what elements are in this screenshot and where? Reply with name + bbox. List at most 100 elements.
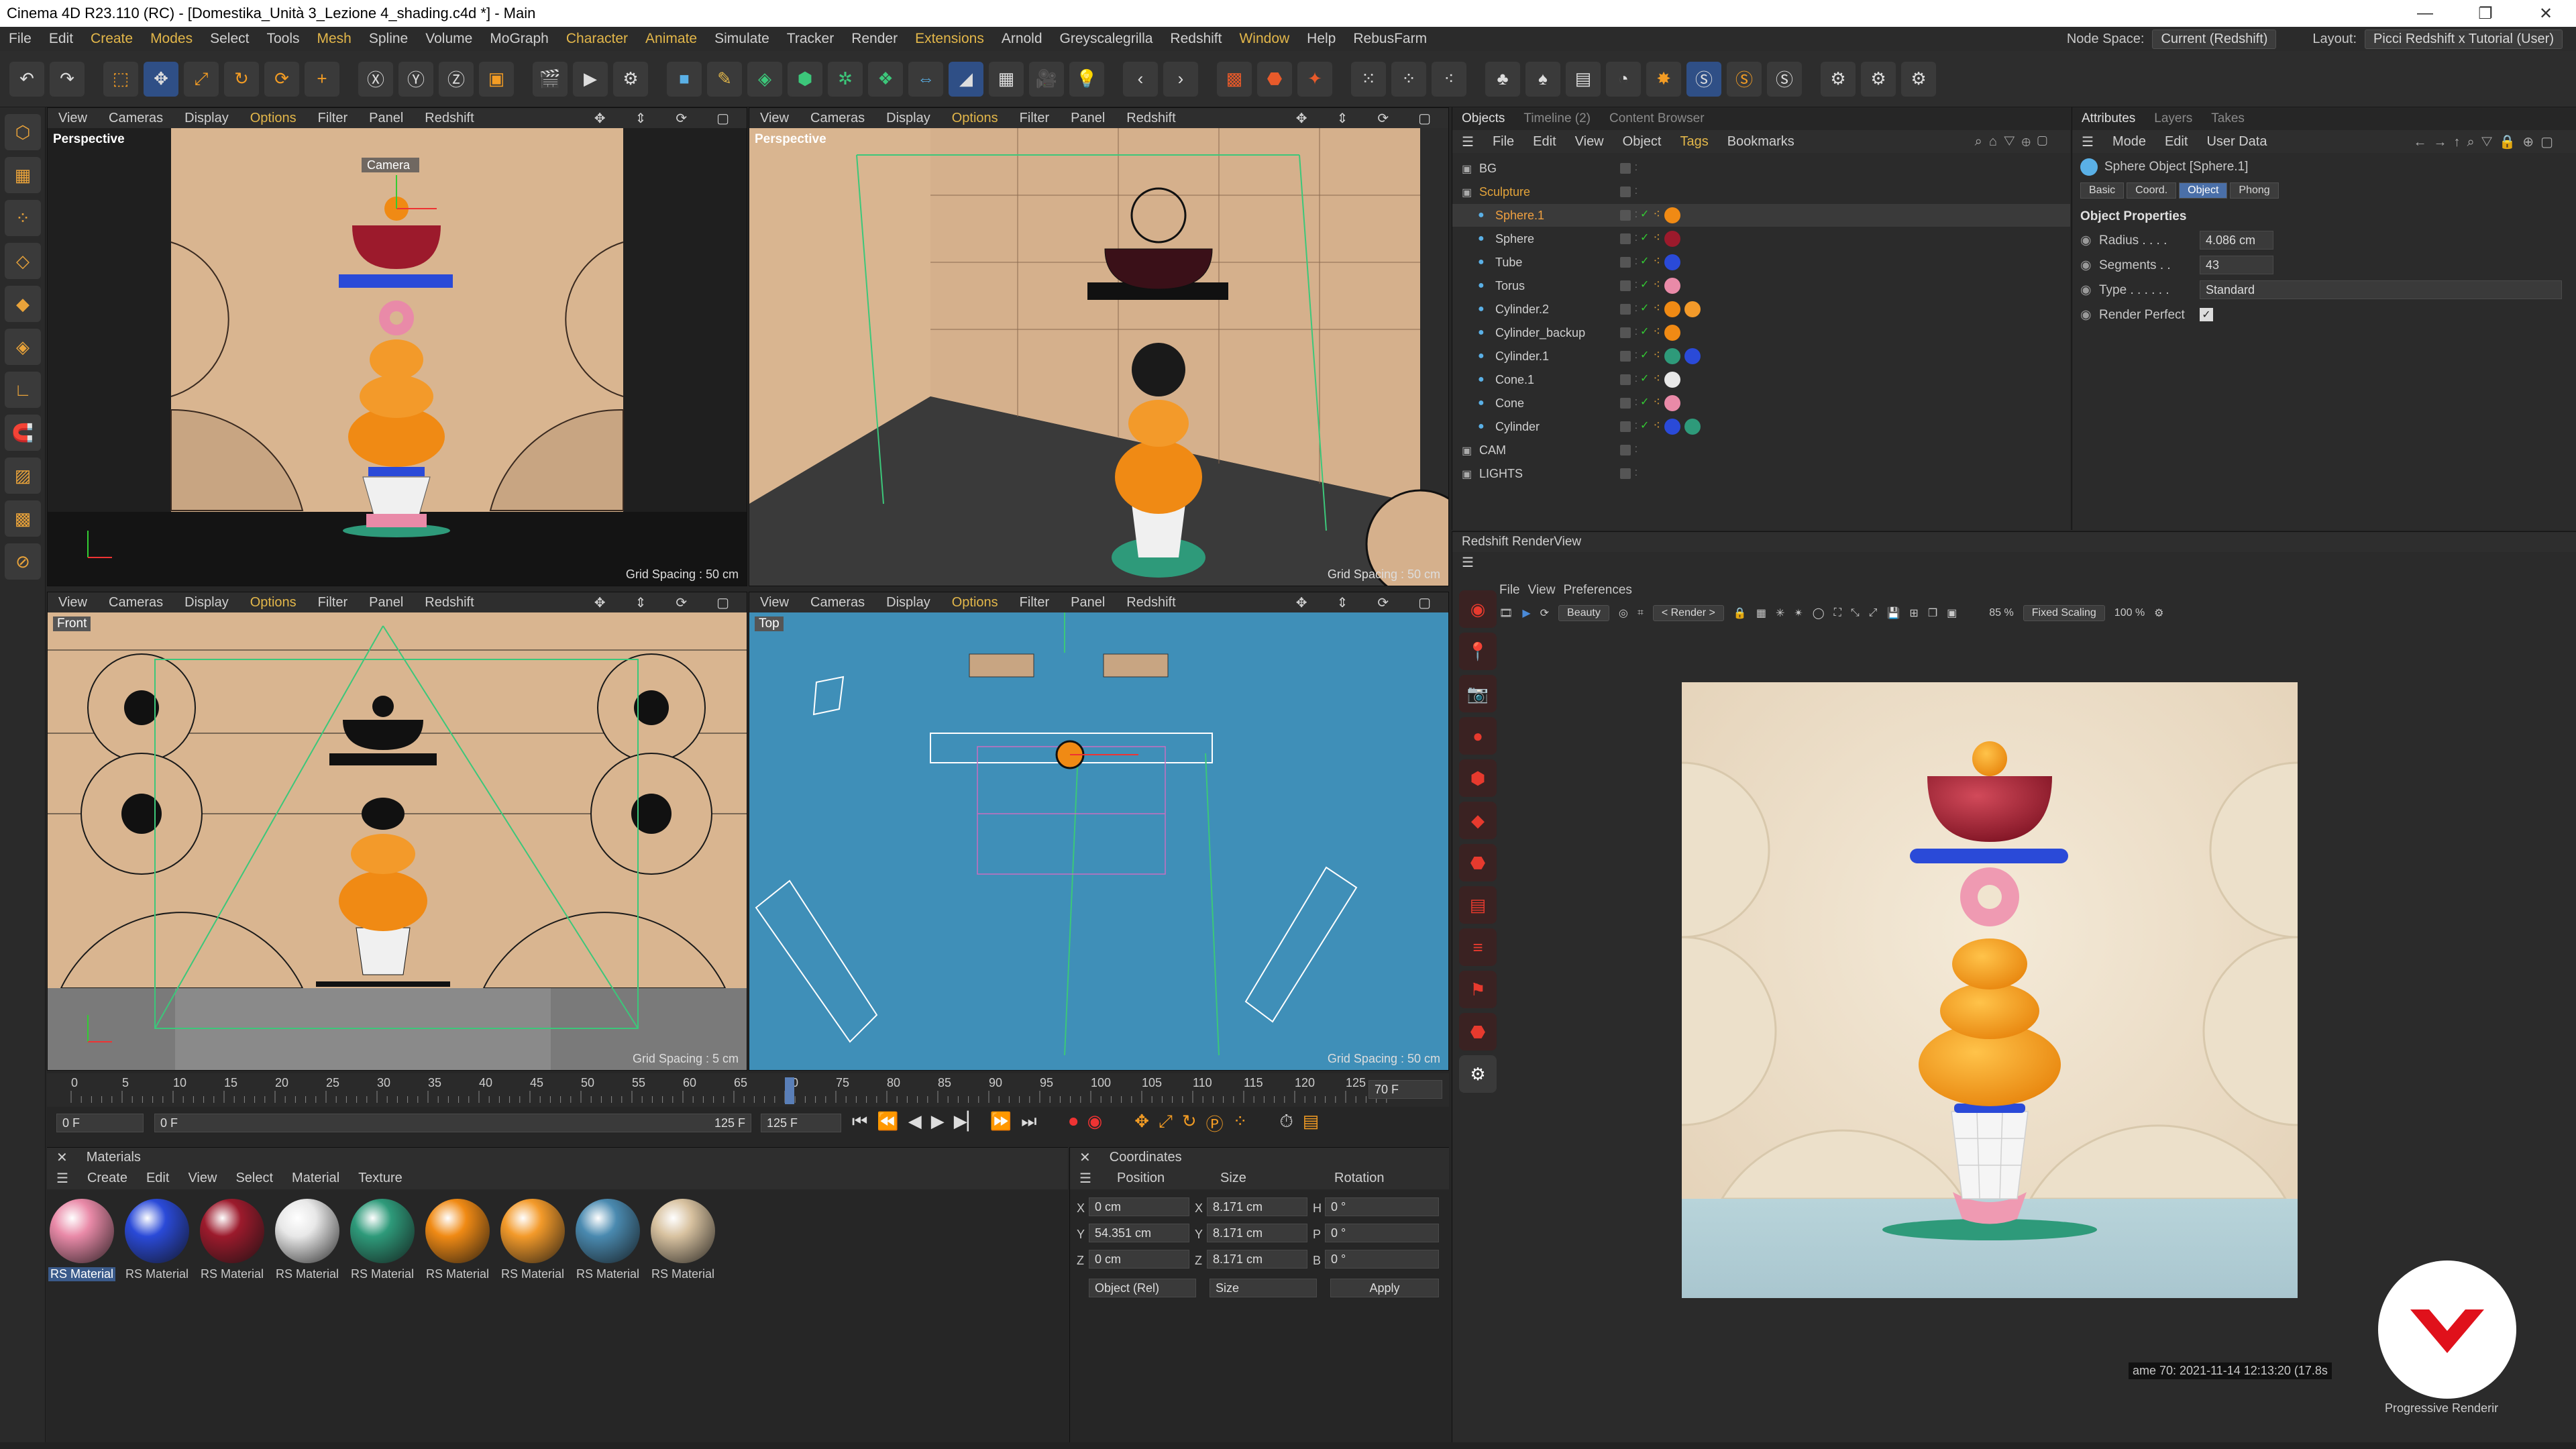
vp-menu-filter[interactable]: Filter [307,595,358,610]
enabled-check-icon[interactable]: ✓ [1640,301,1649,317]
pan-icon[interactable]: ✥ [1285,594,1318,611]
vp-menu-display[interactable]: Display [875,111,941,126]
phong-tag-icon[interactable]: ⁖ [1653,372,1660,388]
key-param-icon[interactable]: Ⓟ [1206,1111,1224,1136]
menu-window[interactable]: Window [1230,31,1298,47]
tab-layers[interactable]: Layers [2145,107,2202,130]
menu-greyscalegorilla[interactable]: Greyscalegrilla [1051,31,1162,47]
object-name[interactable]: Torus [1495,279,1525,293]
rs-sphere-icon[interactable]: ● [1459,717,1497,755]
rs-texture-icon[interactable]: ▤ [1566,61,1601,97]
end-frame-field[interactable]: 125 F [761,1114,841,1132]
rv-refresh-icon[interactable]: ⟳ [1540,606,1549,620]
goto-start-icon[interactable]: ⏮ [852,1111,867,1136]
object-name[interactable]: LIGHTS [1479,467,1523,481]
coord-mode-dropdown[interactable]: Object (Rel) [1089,1279,1196,1297]
rs-snapshot-icon[interactable]: 📷 [1459,675,1497,712]
rs-light-icon-1[interactable]: ♣ [1485,61,1520,97]
vp-menu-cameras[interactable]: Cameras [98,595,174,610]
layer-checkbox[interactable] [1620,445,1631,455]
rs-snap-icon[interactable]: ✸ [1646,61,1681,97]
enabled-check-icon[interactable]: ✓ [1640,278,1649,294]
obj-menu-file[interactable]: File [1483,134,1523,150]
volume-icon[interactable]: ❖ [868,61,903,97]
rv-frame-icon[interactable]: ⛶ [1834,607,1841,619]
visibility-dots-icon[interactable]: ⁚ [1635,280,1638,291]
object-row[interactable]: ● Cylinder ⁚ ✓ ⁖ [1452,415,2070,439]
subtab-coord[interactable]: Coord. [2127,182,2177,199]
node-space-dropdown[interactable]: Current (Redshift) [2152,29,2277,49]
enabled-check-icon[interactable]: ✓ [1640,325,1649,341]
material-tag-icon[interactable] [1664,278,1680,294]
s-icon-2[interactable]: Ⓢ [1727,61,1762,97]
obj-menu-edit[interactable]: Edit [1523,134,1565,150]
grid-icon-2[interactable]: ⁘ [1391,61,1426,97]
prev-key-icon[interactable]: ⏪ [877,1111,898,1136]
key-rotation-icon[interactable]: ↻ [1182,1111,1197,1136]
visibility-dots-icon[interactable]: ⁚ [1635,233,1638,244]
rv-menu-view[interactable]: View [1528,583,1556,598]
obj-menu-view[interactable]: View [1566,134,1613,150]
object-row[interactable]: ● Cone.1 ⁚ ✓ ⁖ [1452,368,2070,392]
axis-mode-icon[interactable]: ∟ [5,372,41,408]
visibility-dots-icon[interactable]: ⁚ [1635,445,1638,455]
material-swatch[interactable]: RS Material [199,1199,266,1281]
menu-redshift[interactable]: Redshift [1161,31,1230,47]
minimize-icon[interactable]: — [2395,0,2455,27]
obj-menu-object[interactable]: Object [1613,134,1671,150]
rs-light-icon-2[interactable]: ♠ [1525,61,1560,97]
rv-expand-icon[interactable]: ⤢ [1869,607,1878,619]
object-name[interactable]: Cone [1495,396,1524,411]
visibility-dots-icon[interactable]: ⁚ [1635,327,1638,338]
vp-menu-view[interactable]: View [48,595,98,610]
objects-search-icons[interactable]: ⌕⌂▽⊕▢ [1966,134,2063,150]
uv-mode-icon[interactable]: ◈ [5,329,41,365]
menu-create[interactable]: Create [82,31,142,47]
model-mode-icon[interactable]: ⬡ [5,114,41,150]
layer-checkbox[interactable] [1620,163,1631,174]
menu-simulate[interactable]: Simulate [706,31,778,47]
object-name[interactable]: CAM [1479,443,1506,458]
enabled-check-icon[interactable]: ✓ [1640,348,1649,364]
visibility-dots-icon[interactable]: ⁚ [1635,163,1638,174]
material-tag-icon[interactable] [1684,301,1701,317]
render-view-icon[interactable]: ▶ [573,61,608,97]
rs-gear-icon[interactable]: ⚙ [1459,1055,1497,1093]
renderview-menu-icon[interactable]: ☰ [1452,554,1483,571]
materials-menu-icon[interactable]: ☰ [47,1170,78,1187]
render-image[interactable] [1682,682,2298,1298]
enabled-check-icon[interactable]: ✓ [1640,254,1649,270]
mat-menu-select[interactable]: Select [226,1171,282,1186]
material-swatch[interactable]: RS Material [424,1199,491,1281]
menu-modes[interactable]: Modes [142,31,201,47]
vp-menu-panel[interactable]: Panel [358,111,414,126]
layer-checkbox[interactable] [1620,210,1631,221]
snap-icon[interactable]: 🧲 [5,415,41,451]
undo-icon[interactable]: ↶ [9,61,44,97]
object-row[interactable]: ● Sphere.1 ⁚ ✓ ⁖ [1452,204,2070,227]
menu-mesh[interactable]: Mesh [309,31,360,47]
object-name[interactable]: Cylinder [1495,420,1540,434]
vp-menu-panel[interactable]: Panel [1060,595,1116,610]
redshift-light-icon[interactable]: ✦ [1297,61,1332,97]
s-icon-1[interactable]: Ⓢ [1686,61,1721,97]
menu-select[interactable]: Select [201,31,258,47]
rotation-h-field[interactable]: 0 ° [1325,1197,1439,1216]
layer-checkbox[interactable] [1620,468,1631,479]
object-name[interactable]: Sphere [1495,232,1534,246]
visibility-dots-icon[interactable]: ⁚ [1635,210,1638,221]
rv-crop-icon[interactable]: ⌗ [1638,607,1644,619]
enabled-check-icon[interactable]: ✓ [1640,231,1649,247]
polygons-mode-icon[interactable]: ◆ [5,286,41,322]
layer-checkbox[interactable] [1620,257,1631,268]
material-swatch[interactable]: RS Material [349,1199,416,1281]
phong-tag-icon[interactable]: ⁖ [1653,325,1660,341]
object-row[interactable]: ▣ BG ⁚ [1452,157,2070,180]
vp-menu-options[interactable]: Options [239,595,307,610]
rv-fit-icon[interactable]: ⤡ [1851,607,1860,619]
next-icon[interactable]: › [1163,61,1198,97]
pan-icon[interactable]: ✥ [1285,110,1318,127]
rs-pin-icon[interactable]: 📍 [1459,633,1497,670]
rs-volume-icon[interactable]: ▤ [1459,886,1497,924]
recent-tools-icon[interactable]: ⟳ [264,61,299,97]
